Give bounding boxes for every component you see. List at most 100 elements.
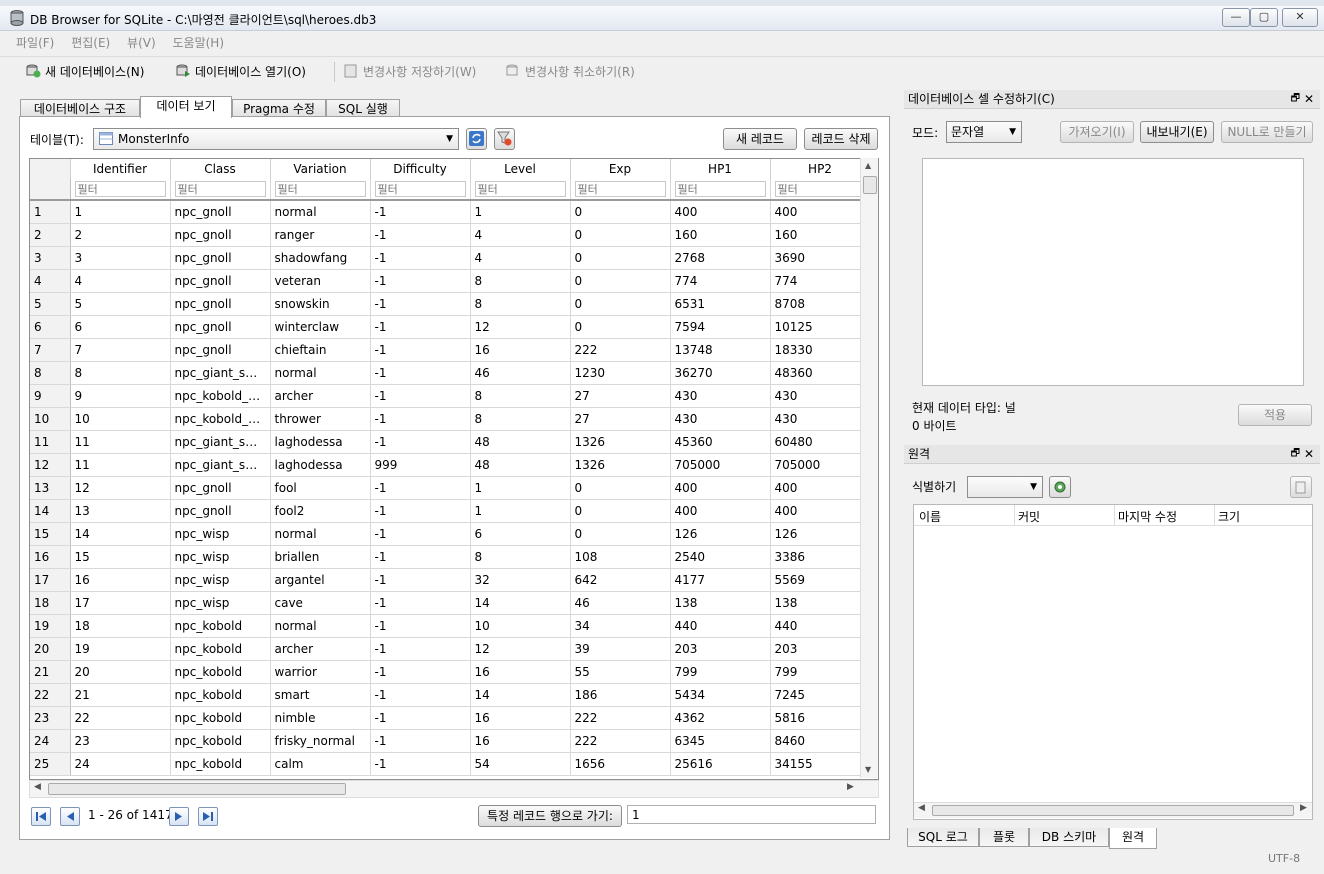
- table-cell[interactable]: -1: [370, 706, 471, 730]
- table-cell[interactable]: 46: [570, 591, 671, 615]
- menu-file[interactable]: 파일(F): [16, 36, 54, 50]
- table-cell[interactable]: 16: [70, 568, 171, 592]
- table-row[interactable]: 10 10 npc_kobold_… thrower -1 8 27 430 430: [30, 407, 871, 431]
- table-cell[interactable]: npc_kobold: [170, 706, 271, 730]
- table-cell[interactable]: 5816: [770, 706, 871, 730]
- new-record-button[interactable]: 새 레코드: [723, 128, 797, 150]
- table-cell[interactable]: npc_kobold: [170, 660, 271, 684]
- table-cell[interactable]: 1326: [570, 453, 671, 477]
- table-row[interactable]: 3 3 npc_gnoll shadowfang -1 4 0 2768 3690: [30, 246, 871, 270]
- table-cell[interactable]: 60480: [770, 430, 871, 454]
- table-cell[interactable]: 7: [70, 338, 171, 362]
- horizontal-scroll-thumb[interactable]: [48, 783, 346, 795]
- table-row[interactable]: 12 11 npc_giant_s… laghodessa 999 48 1326 70500…: [30, 453, 871, 477]
- table-cell[interactable]: calm: [270, 752, 371, 776]
- mode-select[interactable]: 문자열 ▼: [946, 121, 1022, 143]
- table-cell[interactable]: 160: [770, 223, 871, 247]
- previous-page-button[interactable]: [60, 807, 80, 826]
- row-number[interactable]: 17: [30, 568, 71, 592]
- table-row[interactable]: 7 7 npc_gnoll chieftain -1 16 222 13748 18330: [30, 338, 871, 362]
- table-cell[interactable]: 34155: [770, 752, 871, 776]
- remote-column-last-modified[interactable]: 마지막 수정: [1118, 508, 1177, 525]
- table-cell[interactable]: 17: [70, 591, 171, 615]
- push-database-button[interactable]: [1290, 476, 1312, 498]
- table-row[interactable]: 21 20 npc_kobold warrior -1 16 55 799 799: [30, 660, 871, 684]
- table-cell[interactable]: npc_wisp: [170, 545, 271, 569]
- remote-column-size[interactable]: 크기: [1218, 508, 1240, 525]
- table-cell[interactable]: archer: [270, 384, 371, 408]
- table-cell[interactable]: 138: [770, 591, 871, 615]
- column-filter-input[interactable]: [374, 181, 466, 197]
- table-cell[interactable]: -1: [370, 499, 471, 523]
- table-cell[interactable]: 5: [70, 292, 171, 316]
- table-cell[interactable]: laghodessa: [270, 430, 371, 454]
- table-select[interactable]: MonsterInfo ▼: [93, 128, 459, 150]
- table-cell[interactable]: npc_gnoll: [170, 499, 271, 523]
- goto-record-button[interactable]: 특정 레코드 행으로 가기:: [478, 805, 622, 827]
- table-cell[interactable]: snowskin: [270, 292, 371, 316]
- menu-view[interactable]: 뷰(V): [127, 36, 156, 50]
- row-number[interactable]: 5: [30, 292, 71, 316]
- next-page-button[interactable]: [169, 807, 189, 826]
- table-cell[interactable]: 799: [770, 660, 871, 684]
- table-cell[interactable]: -1: [370, 752, 471, 776]
- table-cell[interactable]: -1: [370, 614, 471, 638]
- table-cell[interactable]: 0: [570, 200, 671, 224]
- table-cell[interactable]: 774: [770, 269, 871, 293]
- table-cell[interactable]: 8: [70, 361, 171, 385]
- table-cell[interactable]: 20: [70, 660, 171, 684]
- table-cell[interactable]: 774: [670, 269, 771, 293]
- table-cell[interactable]: 12: [470, 315, 571, 339]
- row-number[interactable]: 3: [30, 246, 71, 270]
- table-cell[interactable]: 8460: [770, 729, 871, 753]
- table-cell[interactable]: 999: [370, 453, 471, 477]
- table-cell[interactable]: 3690: [770, 246, 871, 270]
- export-button[interactable]: 내보내기(E): [1140, 121, 1214, 143]
- row-number[interactable]: 4: [30, 269, 71, 293]
- table-cell[interactable]: -1: [370, 246, 471, 270]
- table-cell[interactable]: 1656: [570, 752, 671, 776]
- new-database-button[interactable]: 새 데이터베이스(N): [26, 62, 144, 82]
- column-header[interactable]: HP1: [670, 159, 771, 179]
- table-cell[interactable]: 16: [470, 338, 571, 362]
- table-cell[interactable]: 400: [670, 476, 771, 500]
- table-cell[interactable]: 10: [70, 407, 171, 431]
- column-filter-input[interactable]: [174, 181, 266, 197]
- table-row[interactable]: 23 22 npc_kobold nimble -1 16 222 4362 5816: [30, 706, 871, 730]
- table-cell[interactable]: warrior: [270, 660, 371, 684]
- table-cell[interactable]: 126: [670, 522, 771, 546]
- table-cell[interactable]: 18: [70, 614, 171, 638]
- column-filter-input[interactable]: [574, 181, 666, 197]
- table-cell[interactable]: 19: [70, 637, 171, 661]
- table-cell[interactable]: 1326: [570, 430, 671, 454]
- table-cell[interactable]: 10125: [770, 315, 871, 339]
- table-row[interactable]: 8 8 npc_giant_s… normal -1 46 1230 36270 48360: [30, 361, 871, 385]
- table-cell[interactable]: 0: [570, 315, 671, 339]
- table-cell[interactable]: 6: [70, 315, 171, 339]
- table-cell[interactable]: normal: [270, 200, 371, 224]
- scroll-right-icon[interactable]: ▶: [1300, 803, 1307, 813]
- column-filter-input[interactable]: [74, 181, 166, 197]
- import-button[interactable]: 가져오기(I): [1060, 121, 1134, 143]
- table-cell[interactable]: 705000: [770, 453, 871, 477]
- table-cell[interactable]: 400: [770, 476, 871, 500]
- table-cell[interactable]: 14: [470, 683, 571, 707]
- identity-select[interactable]: ▼: [967, 476, 1043, 498]
- table-cell[interactable]: veteran: [270, 269, 371, 293]
- table-cell[interactable]: npc_kobold: [170, 752, 271, 776]
- tab-remote[interactable]: 원격: [1109, 828, 1157, 849]
- table-cell[interactable]: npc_kobold_…: [170, 407, 271, 431]
- table-cell[interactable]: -1: [370, 315, 471, 339]
- table-cell[interactable]: 10: [470, 614, 571, 638]
- column-header[interactable]: Identifier: [70, 159, 171, 179]
- add-identity-button[interactable]: [1049, 476, 1071, 498]
- table-cell[interactable]: 12: [470, 637, 571, 661]
- table-cell[interactable]: 6531: [670, 292, 771, 316]
- table-cell[interactable]: 400: [770, 499, 871, 523]
- table-row[interactable]: 17 16 npc_wisp argantel -1 32 642 4177 5569: [30, 568, 871, 592]
- table-row[interactable]: 18 17 npc_wisp cave -1 14 46 138 138: [30, 591, 871, 615]
- table-cell[interactable]: 0: [570, 476, 671, 500]
- table-cell[interactable]: -1: [370, 522, 471, 546]
- table-cell[interactable]: 14: [70, 522, 171, 546]
- table-row[interactable]: 1 1 npc_gnoll normal -1 1 0 400 400: [30, 200, 871, 224]
